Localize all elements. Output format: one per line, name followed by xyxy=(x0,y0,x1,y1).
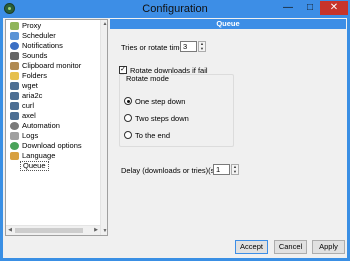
speaker-icon xyxy=(10,52,19,60)
cancel-button[interactable]: Cancel xyxy=(274,240,307,254)
delay-label: Delay (downloads or tries)(sec): xyxy=(121,166,227,175)
scroll-thumb[interactable] xyxy=(15,228,83,233)
option-two-steps-down-label: Two steps down xyxy=(135,114,189,123)
tries-stepper[interactable]: ▲ ▼ xyxy=(198,41,206,52)
gear-icon xyxy=(10,122,19,130)
rotate-mode-group: Rotate mode One step down Two steps down… xyxy=(119,74,234,147)
logs-icon xyxy=(10,132,19,140)
terminal-icon xyxy=(10,112,19,120)
radio-to-the-end[interactable] xyxy=(124,131,132,139)
section-title: Queue xyxy=(110,19,346,29)
dialog-button-bar: Accept Cancel Apply xyxy=(3,237,347,258)
proxy-icon xyxy=(10,22,19,30)
delay-stepper[interactable]: ▲ ▼ xyxy=(231,164,239,175)
scroll-down-icon[interactable]: ▼ xyxy=(101,227,107,235)
maximize-button[interactable]: □ xyxy=(299,1,321,15)
tries-spinbox[interactable]: 3 xyxy=(180,41,197,52)
sidebar-horizontal-scrollbar[interactable]: ◀ ▶ xyxy=(6,225,100,235)
title-bar[interactable]: Configuration — □ ✕ xyxy=(0,0,350,18)
terminal-icon xyxy=(10,82,19,90)
option-one-step-down-label: One step down xyxy=(135,97,186,106)
language-icon xyxy=(10,152,19,160)
close-button[interactable]: ✕ xyxy=(320,1,348,15)
download-icon xyxy=(10,142,19,150)
radio-one-step-down[interactable] xyxy=(124,97,132,105)
dialog-body: Proxy Scheduler Notifications Sounds Cli… xyxy=(3,18,347,258)
rotate-mode-title: Rotate mode xyxy=(124,74,171,83)
minimize-button[interactable]: — xyxy=(277,1,299,15)
settings-category-tree[interactable]: Proxy Scheduler Notifications Sounds Cli… xyxy=(5,19,108,236)
sidebar-vertical-scrollbar[interactable]: ▲ ▼ xyxy=(100,20,107,235)
terminal-icon xyxy=(10,102,19,110)
queue-settings-panel: Queue Tries or rotate times: 3 ▲ ▼ ✓ Rot… xyxy=(110,19,346,236)
terminal-icon xyxy=(10,92,19,100)
accept-button[interactable]: Accept xyxy=(235,240,268,254)
configuration-window: Configuration — □ ✕ Proxy Scheduler Noti… xyxy=(0,0,350,261)
option-to-the-end-label: To the end xyxy=(135,131,171,140)
radio-two-steps-down[interactable] xyxy=(124,114,132,122)
info-icon xyxy=(10,42,19,50)
delay-spinbox[interactable]: 1 xyxy=(213,164,230,175)
spin-down-icon[interactable]: ▼ xyxy=(232,169,238,175)
folder-icon xyxy=(10,72,19,80)
clipboard-icon xyxy=(10,62,19,70)
spin-down-icon[interactable]: ▼ xyxy=(199,46,205,52)
apply-button[interactable]: Apply xyxy=(312,240,345,254)
scroll-left-icon[interactable]: ◀ xyxy=(6,226,14,235)
scroll-up-icon[interactable]: ▲ xyxy=(101,20,107,28)
rotate-downloads-checkbox[interactable]: ✓ xyxy=(119,66,127,74)
scheduler-icon xyxy=(10,32,19,40)
scroll-right-icon[interactable]: ▶ xyxy=(92,226,100,235)
